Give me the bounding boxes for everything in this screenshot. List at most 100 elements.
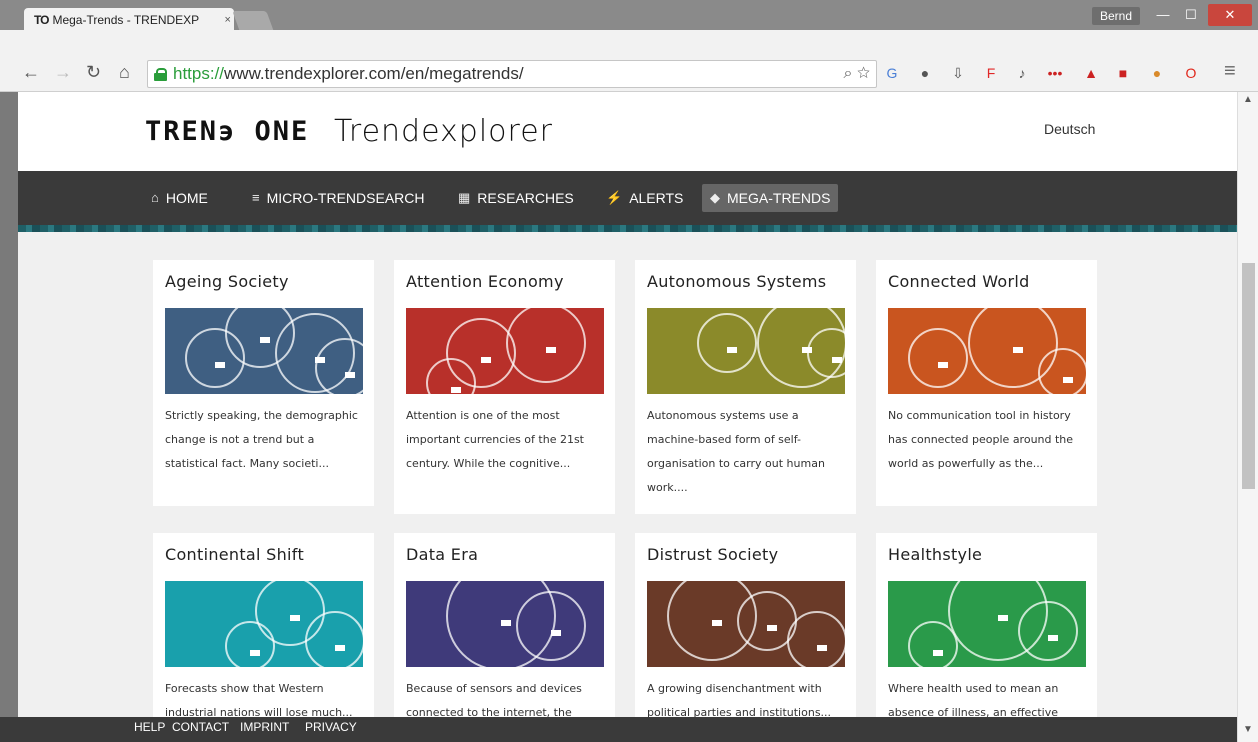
- card-title[interactable]: Distrust Society: [647, 545, 844, 581]
- page-scrollbar[interactable]: ▲ ▼: [1237, 92, 1258, 742]
- language-link[interactable]: Deutsch: [1044, 121, 1095, 137]
- url-scheme: https://: [173, 64, 225, 83]
- page-viewport: TREN϶ ONE Trendexplorer Deutsch ⌂ HOME ≡…: [18, 92, 1237, 717]
- footer-privacy-link[interactable]: PRIVACY: [305, 720, 357, 734]
- image-tag: [260, 337, 270, 343]
- menu-icon[interactable]: ≡: [1224, 60, 1236, 83]
- card-image[interactable]: [647, 581, 845, 667]
- trendone-logo[interactable]: TREN϶ ONE: [145, 116, 309, 147]
- scroll-thumb[interactable]: [1242, 263, 1255, 489]
- image-tag: [727, 347, 737, 353]
- cube-icon: ◆: [710, 190, 720, 205]
- image-tag: [546, 347, 556, 353]
- card-image[interactable]: [888, 581, 1086, 667]
- card-image[interactable]: [647, 308, 845, 394]
- image-tag: [1013, 347, 1023, 353]
- image-tag: [832, 357, 842, 363]
- lastpass-extension-icon[interactable]: •••: [1046, 64, 1064, 82]
- reload-icon[interactable]: ↻: [86, 62, 101, 83]
- megatrend-card[interactable]: Distrust Society A growing disenchantment…: [635, 533, 856, 717]
- tab-title: Mega-Trends - TRENDEXP: [52, 13, 200, 27]
- pushbullet-extension-icon[interactable]: ♪: [1013, 64, 1031, 82]
- image-tag: [215, 362, 225, 368]
- card-title[interactable]: Attention Economy: [406, 272, 603, 308]
- tampermonkey-extension-icon[interactable]: ●: [1148, 64, 1166, 82]
- megatrend-card[interactable]: Continental Shift Forecasts show that Wes…: [153, 533, 374, 717]
- opera-extension-icon[interactable]: O: [1182, 64, 1200, 82]
- evernote-extension-icon[interactable]: ●: [916, 64, 934, 82]
- address-bar[interactable]: https:// www.trendexplorer.com/en/megatr…: [147, 60, 877, 88]
- maximize-icon[interactable]: ☐: [1178, 4, 1204, 26]
- image-tag: [1063, 377, 1073, 383]
- footer-imprint-link[interactable]: IMPRINT: [240, 720, 289, 734]
- scroll-up-icon[interactable]: ▲: [1243, 94, 1253, 105]
- image-circle: [1018, 601, 1078, 661]
- card-image[interactable]: [406, 308, 604, 394]
- nav-home[interactable]: ⌂ HOME: [143, 186, 216, 210]
- site-title[interactable]: Trendexplorer: [334, 114, 553, 149]
- card-title[interactable]: Connected World: [888, 272, 1085, 308]
- footer-contact-link[interactable]: CONTACT: [172, 720, 229, 734]
- card-title[interactable]: Data Era: [406, 545, 603, 581]
- translate-extension-icon[interactable]: G: [883, 64, 901, 82]
- home-icon[interactable]: ⌂: [119, 62, 130, 83]
- grid-icon: ▦: [458, 190, 471, 205]
- forward-arrow-icon[interactable]: →: [54, 62, 72, 83]
- pixel-extension-icon[interactable]: ■: [1114, 64, 1132, 82]
- image-tag: [250, 650, 260, 656]
- megatrend-card[interactable]: Connected World No communication tool in …: [876, 260, 1097, 506]
- card-title[interactable]: Continental Shift: [165, 545, 362, 581]
- nav-mega-trends[interactable]: ◆ MEGA-TRENDS: [702, 184, 839, 212]
- card-image[interactable]: [406, 581, 604, 667]
- card-title[interactable]: Healthstyle: [888, 545, 1085, 581]
- image-tag: [451, 387, 461, 393]
- close-window-icon[interactable]: ✕: [1208, 4, 1252, 26]
- nav-label: MICRO-TRENDSEARCH: [266, 190, 425, 206]
- megatrend-card[interactable]: Attention Economy Attention is one of the…: [394, 260, 615, 514]
- image-tag: [998, 615, 1008, 621]
- star-icon[interactable]: ☆: [857, 65, 870, 82]
- image-circle: [506, 308, 586, 383]
- browser-tab[interactable]: TO Mega-Trends - TRENDEXP ×: [24, 8, 234, 32]
- card-image[interactable]: [165, 308, 363, 394]
- nav-alerts[interactable]: ⚡ ALERTS: [598, 186, 691, 210]
- megatrend-card[interactable]: Autonomous Systems Autonomous systems use…: [635, 260, 856, 514]
- new-tab-button[interactable]: [232, 11, 274, 31]
- ghostery-extension-icon[interactable]: ▲: [1082, 64, 1100, 82]
- card-image[interactable]: [165, 581, 363, 667]
- image-circle: [787, 611, 845, 667]
- card-description: Where health used to mean an absence of …: [888, 682, 1059, 717]
- megatrend-card[interactable]: Data Era Because of sensors and devices c…: [394, 533, 615, 717]
- image-circle: [185, 328, 245, 388]
- image-tag: [501, 620, 511, 626]
- megatrend-card[interactable]: Healthstyle Where health used to mean an …: [876, 533, 1097, 717]
- nav-label: RESEARCHES: [477, 190, 574, 206]
- zoom-icon[interactable]: ⌕: [844, 65, 853, 82]
- main-navigation: ⌂ HOME ≡ MICRO-TRENDSEARCH ▦ RESEARCHES …: [18, 171, 1237, 225]
- image-tag: [938, 362, 948, 368]
- image-circle: [516, 591, 586, 661]
- site-favicon-icon: TO: [34, 13, 49, 27]
- profile-button[interactable]: Bernd: [1092, 7, 1140, 25]
- image-circle: [305, 611, 363, 667]
- megatrend-card[interactable]: Ageing Society Strictly speaking, the dem…: [153, 260, 374, 506]
- card-description: No communication tool in history has con…: [888, 409, 1074, 470]
- image-circle: [225, 621, 275, 667]
- image-circle: [908, 621, 958, 667]
- tab-close-icon[interactable]: ×: [224, 14, 230, 26]
- nav-decorative-stripe: [18, 225, 1237, 232]
- site-footer: HELP CONTACT IMPRINT PRIVACY: [0, 717, 1237, 742]
- lock-icon: [154, 67, 167, 81]
- card-image[interactable]: [888, 308, 1086, 394]
- nav-micro-trendsearch[interactable]: ≡ MICRO-TRENDSEARCH: [244, 186, 432, 210]
- nav-researches[interactable]: ▦ RESEARCHES: [450, 186, 582, 210]
- card-title[interactable]: Ageing Society: [165, 272, 362, 308]
- card-title[interactable]: Autonomous Systems: [647, 272, 844, 308]
- download-extension-icon[interactable]: ⇩: [949, 64, 967, 82]
- scroll-down-icon[interactable]: ▼: [1243, 724, 1253, 735]
- card-description: Autonomous systems use a machine-based f…: [647, 409, 825, 494]
- flipboard-extension-icon[interactable]: F: [982, 64, 1000, 82]
- back-arrow-icon[interactable]: ←: [22, 62, 40, 83]
- footer-help-link[interactable]: HELP: [134, 720, 165, 734]
- minimize-icon[interactable]: ―: [1150, 4, 1176, 26]
